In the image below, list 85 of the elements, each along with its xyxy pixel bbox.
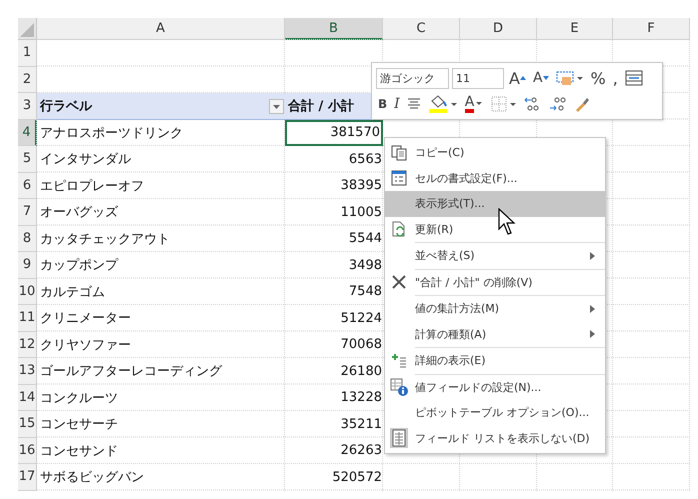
- table-cell-text: コンクルーツ: [39, 390, 119, 408]
- menu-item[interactable]: 表示形式(T)...: [385, 191, 605, 216]
- menu-item[interactable]: フィールド リストを表示しない(D): [385, 426, 605, 451]
- menu-item[interactable]: 詳細の表示(E): [385, 348, 605, 374]
- menu-item[interactable]: 値フィールドの設定(N)...: [385, 374, 605, 400]
- table-cell-text: インタサンダル: [39, 151, 132, 170]
- menu-item[interactable]: ピボットテーブル オプション(O)...: [385, 400, 605, 426]
- refresh-icon: [391, 221, 407, 238]
- table-cell-text: 11005: [340, 204, 383, 222]
- row-header[interactable]: 2: [18, 66, 37, 93]
- column-header[interactable]: E: [537, 18, 613, 40]
- table-cell-text: 行ラベル: [40, 98, 92, 115]
- row-header[interactable]: 16: [18, 438, 37, 464]
- table-cell-text: コンセサンド: [39, 442, 119, 461]
- column-header[interactable]: F: [613, 18, 690, 40]
- menu-item[interactable]: コピー(C): [385, 140, 605, 166]
- row-header[interactable]: 1: [18, 40, 37, 66]
- italic-button[interactable]: I: [392, 93, 402, 115]
- field-list-icon: [390, 428, 408, 448]
- row-header[interactable]: 6: [18, 172, 37, 199]
- grow-font-button[interactable]: A: [507, 67, 528, 89]
- column-header[interactable]: B: [285, 18, 383, 40]
- row-header[interactable]: 3: [18, 93, 37, 120]
- table-cell-text: コンセサーチ: [39, 416, 119, 434]
- table-cell-text: エピロプレーオフ: [39, 178, 145, 196]
- row-header[interactable]: 5: [18, 146, 37, 172]
- number-format-button[interactable]: ,: [610, 67, 620, 89]
- font-name-dropdown[interactable]: 游ゴシック: [376, 68, 449, 88]
- menu-item[interactable]: 並べ替え(S): [385, 243, 605, 268]
- row-header[interactable]: 17: [18, 464, 37, 490]
- menu-item[interactable]: "合計 / 小計" の削除(V): [385, 270, 605, 295]
- row-header[interactable]: 10: [18, 278, 37, 305]
- row-header[interactable]: 11: [18, 305, 37, 332]
- row-header[interactable]: 15: [18, 411, 37, 438]
- table-cell-text: 26263: [340, 442, 383, 460]
- format-cells-icon: [391, 170, 407, 186]
- table-cell-text: 35211: [340, 416, 383, 434]
- field-settings-icon: [390, 378, 408, 396]
- menu-item[interactable]: セルの書式設定(F)...: [385, 166, 605, 191]
- font-color-button[interactable]: A: [462, 93, 486, 115]
- table-cell-text: 7548: [348, 283, 383, 302]
- table-cell-text: カッタチェックアウト: [39, 230, 171, 249]
- mouse-pointer-icon: [498, 208, 516, 236]
- table-cell-text: 3498: [348, 256, 383, 275]
- table-cell-text: 70068: [340, 336, 383, 354]
- row-header[interactable]: 9: [18, 252, 37, 278]
- table-cell-text: ゴールアフターレコーディング: [39, 363, 224, 382]
- table-cell-text: 520572: [331, 468, 383, 487]
- table-cell-text: カルテゴム: [39, 284, 106, 302]
- number-format-button[interactable]: %: [588, 67, 608, 89]
- row-header[interactable]: 4: [18, 120, 37, 146]
- table-cell-text: アナロスポーツドリンク: [39, 124, 184, 143]
- up-caret-icon: [520, 76, 526, 80]
- font-size-dropdown[interactable]: 11: [452, 68, 504, 88]
- expand-icon: [391, 352, 407, 369]
- table-cell-text: クリニメーター: [39, 310, 132, 328]
- column-header[interactable]: D: [460, 18, 537, 40]
- table-cell-text: 13228: [340, 389, 383, 408]
- caret-icon: [474, 102, 484, 106]
- table-cell-text: クリヤソファー: [39, 336, 132, 355]
- shrink-font-button[interactable]: A: [530, 67, 551, 89]
- table-cell-text: 38395: [340, 177, 383, 196]
- row-header[interactable]: 13: [18, 358, 37, 384]
- row-header[interactable]: 14: [18, 384, 37, 411]
- column-header[interactable]: A: [37, 18, 285, 40]
- active-cell[interactable]: 381570: [285, 120, 383, 146]
- table-cell-text: 6563: [348, 150, 383, 169]
- table-cell-text: 26180: [340, 362, 383, 381]
- row-header[interactable]: 8: [18, 226, 37, 252]
- table-cell-text: 5544: [348, 230, 383, 248]
- row-header[interactable]: 12: [18, 332, 37, 358]
- column-header[interactable]: C: [383, 18, 460, 40]
- dropdown-arrow-icon: [273, 104, 280, 108]
- menu-item[interactable]: 更新(R): [385, 216, 605, 242]
- copy-icon: [391, 144, 407, 161]
- filter-dropdown-button[interactable]: [269, 99, 284, 114]
- table-cell-text: カップポンプ: [39, 257, 120, 276]
- menu-item[interactable]: 計算の種類(A): [385, 322, 605, 347]
- row-header[interactable]: 7: [18, 199, 37, 226]
- down-caret-icon: [542, 76, 549, 80]
- table-cell-text: サボるビッグバン: [39, 469, 145, 488]
- close-icon: [391, 274, 407, 290]
- menu-item[interactable]: 値の集計方法(M): [385, 296, 605, 322]
- table-cell-text: 51224: [340, 310, 383, 328]
- table-cell-text: オーバグッズ: [39, 204, 119, 222]
